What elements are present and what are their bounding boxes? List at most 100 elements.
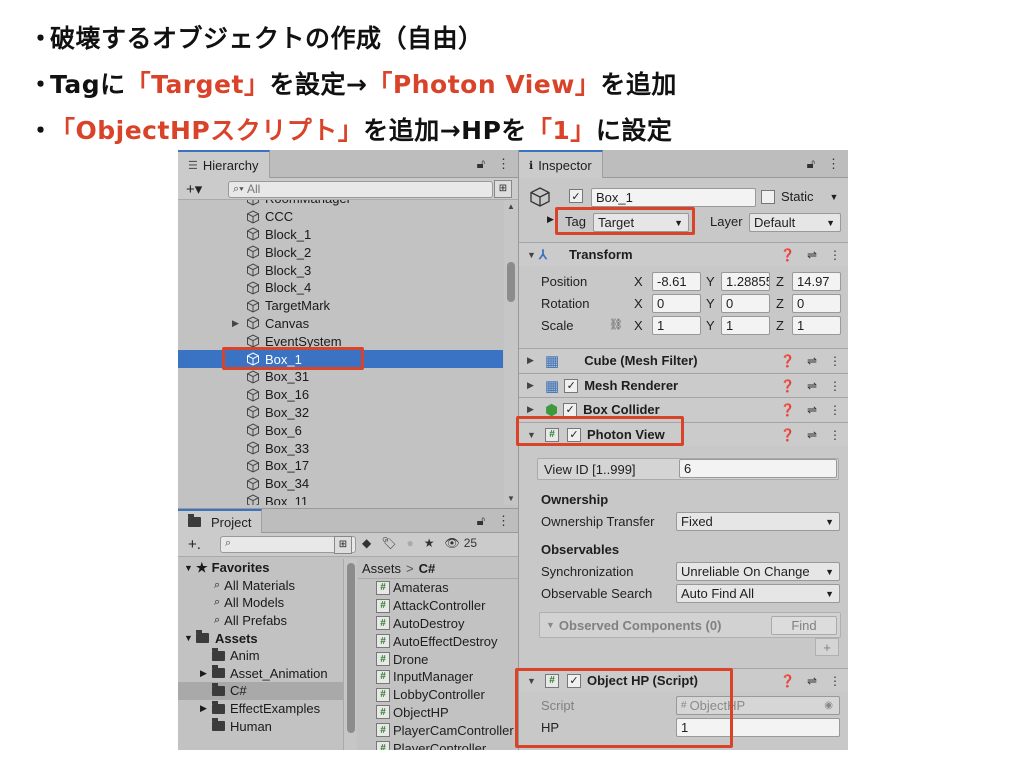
hierarchy-scrollbar[interactable]: ▲ ▼ bbox=[504, 200, 518, 505]
synchronization-dropdown[interactable]: Unreliable On Change ▼ bbox=[676, 562, 840, 581]
hierarchy-search-input[interactable]: ⌕▾ All bbox=[228, 181, 493, 198]
scroll-down-icon[interactable]: ▼ bbox=[507, 494, 515, 503]
more-menu-icon[interactable]: ⋮ bbox=[827, 156, 840, 172]
more-menu-icon[interactable]: ⋮ bbox=[829, 354, 841, 368]
hierarchy-item[interactable]: Box_32 bbox=[178, 404, 503, 422]
folder-tree-scrollbar[interactable] bbox=[343, 559, 357, 750]
scroll-up-icon[interactable]: ▲ bbox=[507, 202, 515, 211]
hierarchy-item[interactable]: Box_16 bbox=[178, 386, 503, 404]
help-icon[interactable]: ❓ bbox=[780, 248, 795, 262]
more-menu-icon[interactable]: ⋮ bbox=[497, 156, 510, 172]
breadcrumb-root[interactable]: Assets bbox=[362, 561, 401, 576]
script-asset-item[interactable]: # Drone bbox=[358, 650, 518, 668]
hierarchy-item[interactable]: CCC bbox=[178, 208, 503, 226]
hierarchy-item[interactable]: Box_11 bbox=[178, 493, 503, 505]
active-checkbox[interactable]: ✓ bbox=[569, 189, 583, 203]
visibility-icon[interactable]: 👁︎ bbox=[444, 536, 459, 550]
more-menu-icon[interactable]: ⋮ bbox=[497, 513, 510, 529]
label-filter-icon[interactable]: 🏷︎ bbox=[381, 536, 396, 550]
lock-icon[interactable]: 🔓︎ bbox=[477, 156, 485, 172]
scale-y-field[interactable]: 1 bbox=[721, 316, 770, 335]
script-asset-item[interactable]: # AttackController bbox=[358, 597, 518, 615]
search-by-type-button[interactable]: ⊞ bbox=[494, 180, 512, 198]
search-by-type-button[interactable]: ⊞ bbox=[334, 536, 352, 554]
hierarchy-item[interactable]: Box_17 bbox=[178, 457, 503, 475]
ownership-transfer-dropdown[interactable]: Fixed ▼ bbox=[676, 512, 840, 531]
tab-project[interactable]: Project bbox=[178, 509, 263, 533]
constrain-proportions-icon[interactable]: ⛓︎ bbox=[609, 318, 623, 331]
more-menu-icon[interactable]: ⋮ bbox=[829, 674, 841, 688]
preset-icon[interactable]: ⇌ bbox=[807, 379, 817, 393]
lock-icon[interactable]: 🔓︎ bbox=[807, 156, 815, 172]
preset-icon[interactable]: ⇌ bbox=[807, 428, 817, 442]
preset-icon[interactable]: ⇌ bbox=[807, 674, 817, 688]
rotation-y-field[interactable]: 0 bbox=[721, 294, 770, 313]
hierarchy-item[interactable]: TargetMark bbox=[178, 297, 503, 315]
script-asset-item[interactable]: # Amateras bbox=[358, 579, 518, 597]
help-icon[interactable]: ❓ bbox=[780, 403, 795, 417]
favorite-item[interactable]: ⌕ All Materials bbox=[178, 577, 343, 595]
collapse-arrow-icon[interactable]: ▼ bbox=[527, 250, 539, 260]
favorite-star-icon[interactable]: ★ bbox=[424, 536, 435, 550]
folder-item[interactable]: Anim bbox=[178, 647, 343, 665]
script-asset-item[interactable]: # LobbyController bbox=[358, 686, 518, 704]
position-y-field[interactable]: 1.28855 bbox=[721, 272, 770, 291]
tab-inspector[interactable]: ℹ Inspector bbox=[519, 150, 603, 178]
more-menu-icon[interactable]: ⋮ bbox=[829, 403, 841, 417]
script-asset-item[interactable]: # ObjectHP bbox=[358, 704, 518, 722]
favorites-header[interactable]: ▼ ★ Favorites bbox=[178, 559, 343, 577]
hierarchy-item[interactable]: Block_4 bbox=[178, 279, 503, 297]
help-icon[interactable]: ❓ bbox=[780, 674, 795, 688]
script-asset-item[interactable]: # AutoEffectDestroy bbox=[358, 632, 518, 650]
find-button[interactable]: Find bbox=[771, 616, 837, 635]
hierarchy-item[interactable]: Box_34 bbox=[178, 475, 503, 493]
more-menu-icon[interactable]: ⋮ bbox=[829, 248, 841, 262]
assets-header[interactable]: ▼ Assets bbox=[178, 629, 343, 647]
expand-arrow-icon[interactable]: ▼ bbox=[184, 563, 196, 573]
hierarchy-item[interactable]: Box_6 bbox=[178, 421, 503, 439]
expand-arrow-icon[interactable]: ▼ bbox=[184, 633, 196, 643]
script-asset-item[interactable]: # AutoDestroy bbox=[358, 615, 518, 633]
scale-z-field[interactable]: 1 bbox=[792, 316, 841, 335]
hierarchy-item[interactable]: Box_33 bbox=[178, 439, 503, 457]
script-asset-item[interactable]: # PlayerController bbox=[358, 739, 518, 750]
hierarchy-item[interactable]: Block_2 bbox=[178, 243, 503, 261]
preset-icon[interactable]: ⇌ bbox=[807, 403, 817, 417]
rotation-x-field[interactable]: 0 bbox=[652, 294, 701, 313]
static-dropdown-icon[interactable]: ▼ bbox=[830, 192, 839, 202]
hierarchy-item[interactable]: RoomManager bbox=[178, 200, 503, 208]
tab-hierarchy[interactable]: ☰ Hierarchy bbox=[178, 150, 270, 178]
create-plus-button[interactable]: +. bbox=[188, 536, 201, 553]
rotation-z-field[interactable]: 0 bbox=[792, 294, 841, 313]
help-icon[interactable]: ❓ bbox=[780, 354, 795, 368]
layer-dropdown[interactable]: Default ▼ bbox=[749, 213, 841, 232]
view-id-field[interactable]: 6 bbox=[679, 459, 837, 478]
hierarchy-item[interactable]: Block_3 bbox=[178, 261, 503, 279]
add-observed-button[interactable]: + bbox=[815, 638, 839, 656]
expand-arrow-icon[interactable]: ▶ bbox=[200, 668, 212, 679]
expand-arrow-icon[interactable]: ▶ bbox=[232, 318, 239, 329]
component-header[interactable]: ▶ ▦ ✓ Mesh Renderer ❓ ⇌ ⋮ bbox=[519, 373, 848, 397]
position-z-field[interactable]: 14.97 bbox=[792, 272, 841, 291]
component-header[interactable]: ▶ ▦ Cube (Mesh Filter) ❓ ⇌ ⋮ bbox=[519, 348, 848, 372]
expand-arrow-icon[interactable]: ▼ bbox=[546, 620, 555, 630]
breadcrumb-current[interactable]: C# bbox=[419, 561, 436, 576]
hierarchy-item[interactable]: ▶ Canvas bbox=[178, 315, 503, 333]
folder-item[interactable]: C# bbox=[178, 682, 343, 700]
component-enabled-checkbox[interactable]: ✓ bbox=[564, 378, 579, 393]
component-enabled-checkbox[interactable]: ✓ bbox=[563, 402, 578, 417]
preset-icon[interactable]: ⇌ bbox=[807, 354, 817, 368]
expand-arrow-icon[interactable]: ▶ bbox=[527, 380, 539, 391]
script-asset-item[interactable]: # InputManager bbox=[358, 668, 518, 686]
script-asset-item[interactable]: # PlayerCamController bbox=[358, 721, 518, 739]
folder-item[interactable]: ▶ Asset_Animation bbox=[178, 665, 343, 683]
favorite-item[interactable]: ⌕ All Prefabs bbox=[178, 612, 343, 630]
folder-item[interactable]: ▶ EffectExamples bbox=[178, 700, 343, 718]
scroll-thumb[interactable] bbox=[347, 563, 355, 733]
observable-search-dropdown[interactable]: Auto Find All ▼ bbox=[676, 584, 840, 603]
transform-header[interactable]: ▼ ⅄ Transform ❓ ⇌ ⋮ bbox=[519, 242, 848, 266]
static-checkbox[interactable] bbox=[761, 189, 775, 204]
type-filter-icon[interactable]: ◆ bbox=[362, 536, 371, 550]
lock-icon[interactable]: 🔓︎ bbox=[477, 513, 485, 529]
hierarchy-item[interactable]: Box_31 bbox=[178, 368, 503, 386]
